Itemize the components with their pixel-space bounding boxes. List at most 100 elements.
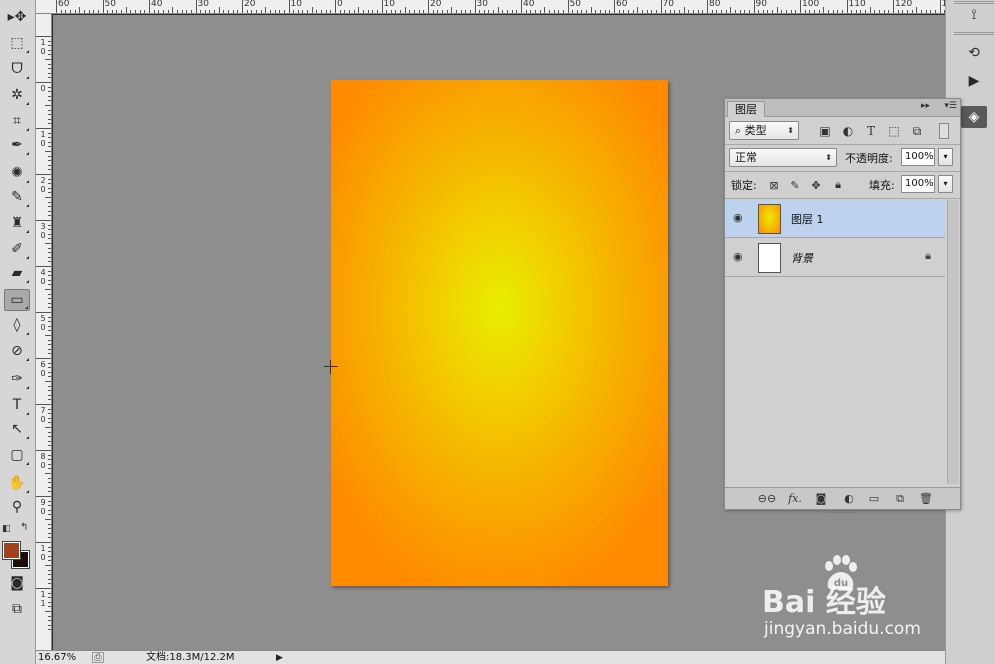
history-panel-button[interactable]: ⟲ — [961, 42, 987, 64]
ruler-label: 100 — [802, 0, 820, 9]
crop-tool[interactable]: ⌗ — [4, 110, 30, 132]
ruler-tick — [576, 10, 578, 13]
ruler-tick — [36, 174, 51, 175]
ruler-tick — [48, 454, 51, 456]
history-brush-tool[interactable]: ✐ — [4, 238, 30, 260]
zoom-tool[interactable]: ⚲ — [4, 496, 30, 518]
ruler-tick — [48, 137, 51, 139]
mask-icon[interactable]: ◙ — [813, 491, 829, 506]
brush-tool[interactable]: ✎ — [4, 186, 30, 208]
layers-panel-button[interactable]: ◈ — [961, 106, 987, 128]
marquee-tool[interactable]: ⬚ — [4, 32, 30, 54]
layer-row-background[interactable]: ◉ 背景 🔒︎ — [725, 239, 945, 277]
panel-resize-grip[interactable] — [825, 512, 855, 515]
lock-all-icon[interactable]: 🔒︎ — [831, 177, 845, 193]
ruler-tick — [48, 560, 51, 562]
ruler-tick — [911, 10, 913, 13]
ruler-tick — [414, 10, 416, 13]
foreground-color-swatch[interactable] — [2, 541, 21, 560]
default-colors-icon[interactable]: ◧ — [2, 524, 11, 534]
layers-tab[interactable]: 图层 — [727, 101, 765, 117]
layer-name[interactable]: 背景 — [791, 250, 813, 266]
document-info-icon[interactable]: ⎙ — [92, 652, 104, 663]
fill-input[interactable]: 100% — [901, 175, 935, 193]
shape-filter-icon[interactable]: ⬚ — [886, 123, 902, 139]
ruler-tick — [45, 105, 51, 106]
lock-position-icon[interactable]: ✥ — [809, 177, 823, 193]
adjustment-layer-icon[interactable]: ◐ — [841, 491, 857, 506]
hand-tool[interactable]: ✋ — [4, 472, 30, 494]
type-filter-icon[interactable]: T — [863, 123, 879, 139]
vertical-ruler[interactable]: 1 0 0 1 0 2 0 3 0 4 0 5 0 6 0 7 0 8 0 9 0 1 0 1 1 — [36, 14, 52, 650]
lasso-tool[interactable]: ᗜ — [4, 58, 30, 80]
ruler-tick — [209, 10, 211, 13]
lock-pixels-icon[interactable]: ✎ — [788, 177, 802, 193]
type-icon: T — [12, 397, 22, 413]
eye-icon[interactable]: ◉ — [733, 250, 749, 264]
fx-icon[interactable]: fx. — [787, 491, 803, 506]
type-tool[interactable]: T — [4, 394, 30, 416]
opacity-dropdown[interactable]: ▾ — [938, 148, 953, 166]
eye-icon[interactable]: ◉ — [733, 211, 749, 225]
ruler-tick — [934, 10, 936, 13]
group-folder-icon[interactable]: ▭ — [866, 491, 882, 506]
stamp-tool[interactable]: ♜ — [4, 212, 30, 234]
link-layers-icon[interactable]: ⊖⊖ — [758, 491, 776, 506]
collapse-panel-icon[interactable]: ▸▸ — [921, 101, 930, 111]
lock-transparent-icon[interactable]: ⊠ — [767, 177, 781, 193]
ruler-label: 1 0 — [40, 130, 46, 148]
divider — [725, 198, 960, 199]
pen-tool[interactable]: ✑ — [4, 368, 30, 390]
filter-toggle[interactable] — [939, 123, 949, 139]
zoom-level[interactable]: 16.67% — [38, 651, 76, 664]
path-selection-tool[interactable]: ↖ — [4, 418, 30, 440]
opacity-input[interactable]: 100% — [901, 148, 935, 166]
layer-row-layer1[interactable]: ◉ 图层 1 — [725, 200, 945, 238]
ruler-tick — [48, 132, 51, 134]
ruler-tick — [404, 7, 406, 13]
smart-object-filter-icon[interactable]: ⧉ — [909, 123, 925, 139]
move-tool[interactable]: ▸✥ — [4, 6, 30, 28]
ruler-tick — [851, 10, 853, 13]
screen-mode-button[interactable]: ⧉ — [4, 598, 30, 620]
ruler-tick — [74, 10, 76, 13]
adjustment-filter-icon[interactable]: ◐ — [840, 123, 856, 139]
layers-panel-titlebar[interactable]: 图层 ▸▸ ▾☰ — [725, 99, 960, 117]
actions-panel-button[interactable]: ▶ — [961, 70, 987, 92]
ruler-tick — [48, 385, 51, 387]
ruler-tick — [720, 10, 722, 13]
panel-menu-icon[interactable]: ▾☰ — [944, 101, 957, 111]
ruler-label: 1 0 — [40, 544, 46, 562]
eraser-tool[interactable]: ▰ — [4, 262, 30, 284]
layers-scrollbar[interactable] — [947, 200, 959, 484]
blend-mode-select[interactable]: 正常 ⬍ — [729, 148, 837, 167]
blend-mode-value: 正常 — [735, 151, 757, 164]
healing-brush-tool[interactable]: ✺ — [4, 162, 30, 184]
blur-tool[interactable]: ◊ — [4, 314, 30, 336]
gradient-tool[interactable]: ▭ — [4, 289, 30, 311]
shape-tool[interactable]: ▢ — [4, 444, 30, 466]
ruler-tick — [45, 519, 51, 520]
status-menu-arrow-icon[interactable]: ▶ — [276, 652, 283, 664]
layer-name[interactable]: 图层 1 — [791, 211, 824, 227]
dock-grip[interactable] — [954, 32, 994, 35]
fill-dropdown[interactable]: ▾ — [938, 175, 953, 193]
ruler-tick — [48, 114, 51, 116]
new-layer-icon[interactable]: ⧉ — [892, 491, 908, 506]
paths-panel-button[interactable]: ⟟ — [961, 4, 987, 26]
magic-wand-tool[interactable]: ✲ — [4, 84, 30, 106]
image-filter-icon[interactable]: ▣ — [817, 123, 833, 139]
swap-colors-icon[interactable]: ↰ — [20, 522, 28, 533]
trash-icon[interactable]: 🗑︎ — [918, 491, 934, 506]
dodge-tool[interactable]: ⊘ — [4, 340, 30, 362]
ruler-tick — [48, 68, 51, 70]
ruler-tick — [48, 546, 51, 548]
ruler-tick — [36, 82, 51, 83]
document-canvas[interactable] — [331, 80, 668, 586]
filter-type-select[interactable]: ⌕ 类型 ⬍ — [729, 121, 799, 140]
eyedropper-tool[interactable]: ✒ — [4, 134, 30, 156]
ruler-tick — [623, 10, 625, 13]
horizontal-ruler[interactable]: 60 50 40 30 20 10 0 10 20 30 40 50 60 70 80 90 100 110 120… — [36, 0, 945, 14]
quick-mask-button[interactable]: ◙ — [4, 572, 30, 594]
ruler-tick — [125, 7, 127, 13]
